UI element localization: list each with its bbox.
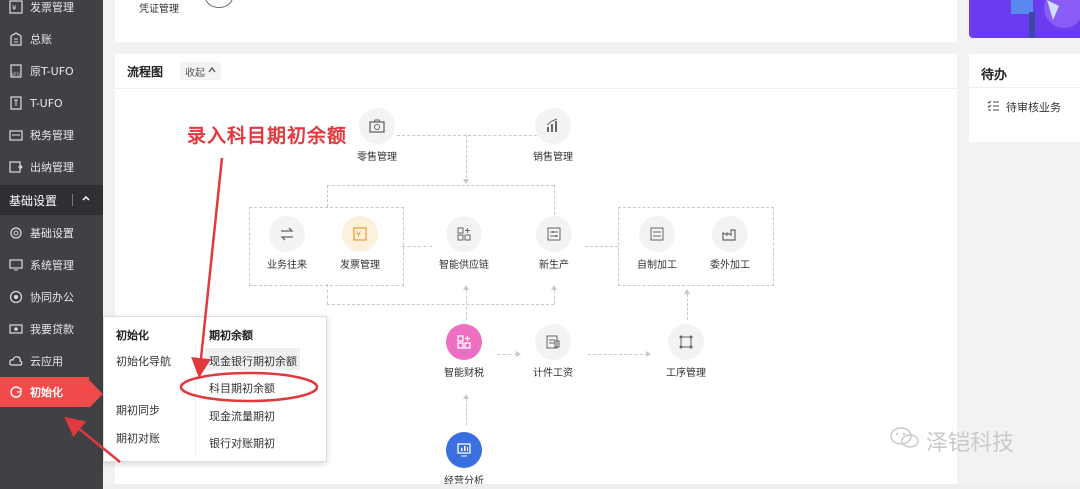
watermark: 泽铠科技 xyxy=(890,425,1014,457)
annotation-overlay xyxy=(64,157,319,463)
wechat-icon xyxy=(890,426,920,456)
annotation-arrow-main xyxy=(191,157,224,378)
annotation-arrow-sidebar xyxy=(64,416,121,463)
annotation-ellipse xyxy=(179,371,319,403)
